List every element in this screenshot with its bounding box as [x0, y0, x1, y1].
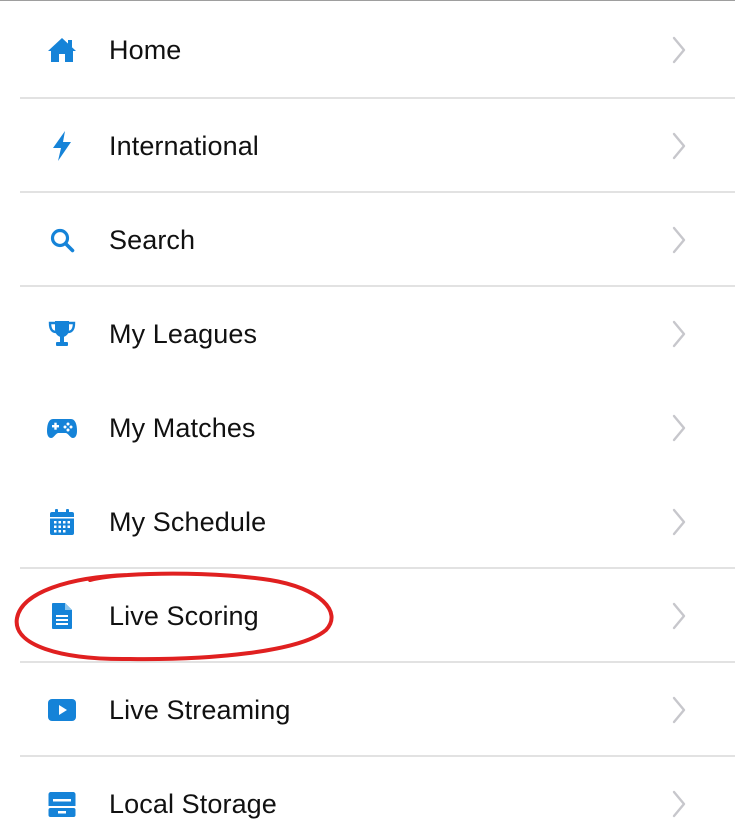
calendar-icon [46, 506, 78, 538]
menu-item-label: Live Streaming [109, 694, 291, 725]
menu-item-label: My Schedule [109, 506, 267, 537]
home-icon [46, 34, 78, 66]
menu-item-international[interactable]: International [0, 99, 735, 193]
chevron-right-icon [668, 223, 690, 257]
chevron-right-icon [668, 599, 690, 633]
menu-item-label: My Matches [109, 412, 256, 443]
chevron-right-icon [668, 505, 690, 539]
chevron-right-icon [668, 129, 690, 163]
menu-item-my-schedule[interactable]: My Schedule [0, 475, 735, 569]
menu-item-label: Local Storage [109, 788, 277, 819]
navigation-menu-screen: Home International Search My Leagues My … [0, 0, 735, 821]
search-icon [46, 224, 78, 256]
trophy-icon [46, 318, 78, 350]
chevron-right-icon [668, 411, 690, 445]
menu-list: Home International Search My Leagues My … [0, 1, 735, 821]
menu-item-label: Search [109, 224, 196, 255]
menu-item-live-streaming[interactable]: Live Streaming [0, 663, 735, 757]
chevron-right-icon [668, 693, 690, 727]
menu-item-label: My Leagues [109, 318, 258, 349]
play-button-icon [46, 694, 78, 726]
document-icon [46, 600, 78, 632]
menu-item-home[interactable]: Home [0, 1, 735, 99]
menu-item-my-leagues[interactable]: My Leagues [0, 287, 735, 381]
lightning-bolt-icon [46, 130, 78, 162]
storage-icon [46, 788, 78, 820]
chevron-right-icon [668, 33, 690, 67]
menu-item-live-scoring[interactable]: Live Scoring [0, 569, 735, 663]
gamepad-icon [46, 412, 78, 444]
chevron-right-icon [668, 317, 690, 351]
menu-item-label: International [109, 130, 259, 161]
menu-item-search[interactable]: Search [0, 193, 735, 287]
chevron-right-icon [668, 787, 690, 821]
menu-item-local-storage[interactable]: Local Storage [0, 757, 735, 821]
menu-item-label: Live Scoring [109, 600, 259, 631]
menu-item-my-matches[interactable]: My Matches [0, 381, 735, 475]
menu-item-label: Home [109, 34, 182, 65]
